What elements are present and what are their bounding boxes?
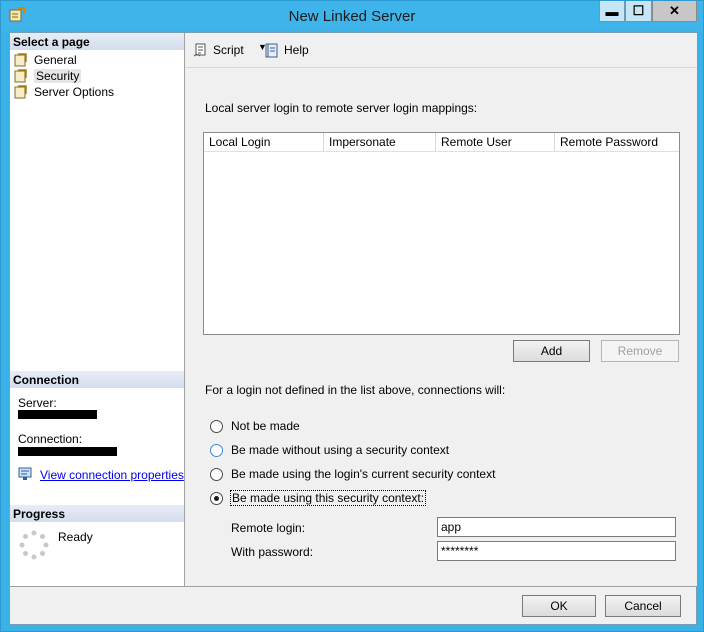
progress-heading: Progress: [10, 505, 184, 522]
progress-spinner-icon: [19, 530, 49, 560]
radio-login-current-context[interactable]: Be made using the login's current securi…: [210, 467, 495, 481]
cancel-button[interactable]: Cancel: [605, 595, 681, 617]
radio-label: Not be made: [231, 419, 300, 433]
progress-status: Ready: [58, 530, 93, 544]
radio-button-checked[interactable]: [210, 491, 223, 505]
script-icon: [193, 43, 206, 57]
radio-without-security-context[interactable]: Be made without using a security context: [210, 443, 449, 457]
page-item-label: Server Options: [34, 84, 115, 99]
page-icon: [14, 52, 27, 66]
grid-header-row: Local Login Impersonate Remote User Remo…: [204, 133, 679, 152]
server-value-redacted: [18, 410, 97, 419]
remote-login-label: Remote login:: [231, 521, 306, 535]
page-item-label: Security: [34, 68, 82, 83]
view-connection-properties-link[interactable]: View connection properties: [40, 468, 184, 482]
column-header-impersonate[interactable]: Impersonate: [324, 133, 436, 151]
page-item-label: General: [34, 52, 77, 67]
help-icon: [265, 43, 278, 58]
radio-button[interactable]: [210, 467, 223, 481]
connection-label: Connection:: [18, 432, 83, 446]
radio-button[interactable]: [210, 443, 223, 457]
column-header-remote-user[interactable]: Remote User: [436, 133, 555, 151]
add-button[interactable]: Add: [513, 340, 590, 362]
new-linked-server-window: New Linked Server ▬ ☐ ✕ Select a page Ge…: [0, 0, 704, 632]
connection-properties-icon: [18, 467, 32, 480]
footer-divider: [10, 586, 696, 587]
help-button[interactable]: Help: [264, 42, 309, 58]
page-icon: [14, 84, 27, 98]
window-title: New Linked Server: [288, 8, 416, 25]
page-item-general[interactable]: General: [14, 52, 77, 67]
select-page-heading: Select a page: [10, 33, 184, 50]
close-button[interactable]: ✕: [652, 1, 697, 22]
connection-value-redacted: [18, 447, 117, 456]
toolbar: Script ▼ Help: [186, 33, 697, 68]
minimize-button[interactable]: ▬: [599, 1, 625, 22]
column-header-remote-password[interactable]: Remote Password: [555, 133, 679, 151]
page-icon: [14, 68, 27, 82]
radio-label: Be made using this security context:: [229, 490, 427, 506]
title-bar[interactable]: New Linked Server ▬ ☐ ✕: [1, 1, 703, 31]
password-input[interactable]: [437, 541, 676, 561]
maximize-button[interactable]: ☐: [625, 1, 652, 22]
server-label: Server:: [18, 396, 57, 410]
script-button[interactable]: Script: [193, 42, 244, 58]
script-label: Script: [213, 43, 244, 57]
column-header-local-login[interactable]: Local Login: [204, 133, 324, 151]
page-item-server-options[interactable]: Server Options: [14, 84, 114, 99]
login-mappings-grid[interactable]: Local Login Impersonate Remote User Remo…: [203, 132, 680, 335]
radio-button[interactable]: [210, 419, 223, 433]
radio-not-be-made[interactable]: Not be made: [210, 419, 300, 433]
help-label: Help: [284, 43, 309, 57]
mappings-heading: Local server login to remote server logi…: [205, 101, 478, 115]
remove-button[interactable]: Remove: [601, 340, 679, 362]
radio-this-security-context[interactable]: Be made using this security context:: [210, 490, 427, 506]
security-page: Script ▼ Help Local server login to remo…: [186, 33, 697, 586]
left-pane: Select a page General Security Server Op…: [10, 33, 185, 586]
page-item-security[interactable]: Security: [14, 68, 82, 83]
radio-label: Be made using the login's current securi…: [231, 467, 496, 481]
dialog-client-area: Select a page General Security Server Op…: [9, 32, 697, 625]
security-context-heading: For a login not defined in the list abov…: [205, 383, 506, 397]
password-label: With password:: [231, 545, 314, 559]
connection-heading: Connection: [10, 371, 184, 388]
ok-button[interactable]: OK: [522, 595, 596, 617]
radio-label: Be made without using a security context: [231, 443, 450, 457]
remote-login-input[interactable]: [437, 517, 676, 537]
